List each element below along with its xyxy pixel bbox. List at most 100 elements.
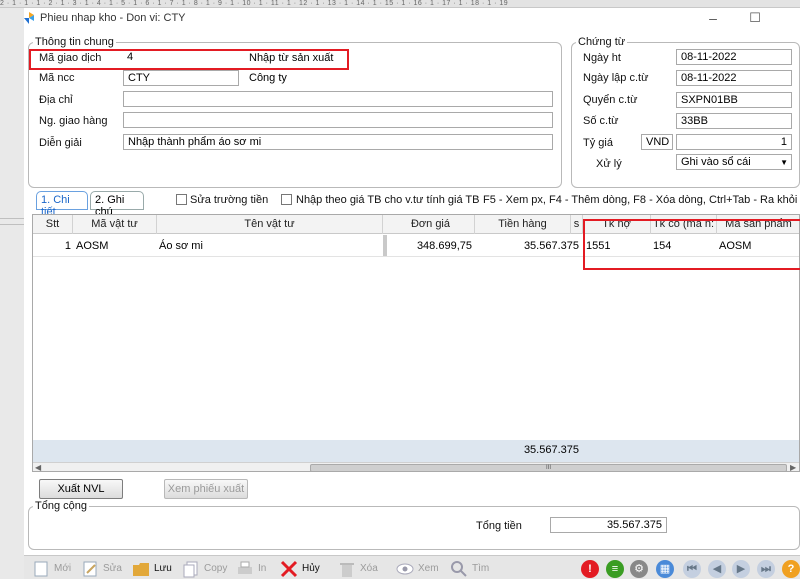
eye-icon [396, 563, 414, 575]
tab-chi-tiet[interactable]: 1. Chi tiết [36, 191, 88, 218]
print-button[interactable]: In [234, 558, 276, 579]
grid-total: 35.567.375 [523, 444, 579, 456]
col-header-ma-vt[interactable]: Mã vật tư [73, 215, 157, 234]
quyen-label: Quyển c.từ [583, 94, 638, 106]
calculator-icon[interactable]: ▦ [656, 560, 674, 578]
highlight-box [29, 49, 349, 70]
info-icon[interactable]: ! [581, 560, 599, 578]
col-header-don-gia[interactable]: Đơn giá [387, 215, 475, 234]
maximize-button[interactable]: ☐ [747, 10, 763, 26]
currency-input[interactable]: VND [641, 134, 673, 150]
edit-button[interactable]: Sửa [79, 558, 127, 579]
copy-icon [183, 561, 198, 578]
ruler-line [0, 218, 24, 219]
new-label: Mới [54, 563, 72, 574]
chevron-down-icon: ▼ [780, 158, 788, 167]
first-record-icon[interactable]: ⏮ [683, 560, 701, 578]
general-info-legend: Thông tin chung [35, 36, 114, 48]
totals-legend: Tổng cộng [35, 500, 87, 512]
cell-ten-vt: Áo sơ mi [159, 240, 203, 252]
dien-giai-input[interactable]: Nhập thành phẩm áo sơ mi [123, 134, 553, 150]
ma-ncc-label: Mã ncc [39, 72, 75, 84]
find-button[interactable]: Tìm [448, 558, 496, 579]
col-header-stt[interactable]: Stt [33, 215, 73, 234]
prev-record-icon[interactable]: ◀ [708, 560, 726, 578]
col-header-ten-vt[interactable]: Tên vật tư [157, 215, 383, 234]
close-icon [280, 560, 298, 578]
ngay-ht-label: Ngày ht [583, 52, 621, 64]
bottom-toolbar: Mới Sửa Lưu Copy In Hủy Xóa Xem Tìm ! ≡ … [24, 555, 800, 579]
nhap-theo-gia-label: Nhập theo giá TB cho v.tư tính giá TB [296, 194, 480, 206]
folder-save-icon [133, 563, 149, 576]
cancel-label: Hủy [302, 563, 320, 574]
sua-tien-checkbox[interactable] [176, 194, 187, 205]
minimize-button[interactable]: – [705, 10, 721, 26]
ma-ncc-input[interactable]: CTY [123, 70, 239, 86]
so-ct-input[interactable]: 33BB [676, 113, 792, 129]
tong-tien-input: 35.567.375 [550, 517, 667, 533]
cancel-button[interactable]: Hủy [278, 558, 326, 579]
copy-label: Copy [204, 563, 228, 574]
quyen-input[interactable]: SXPN01BB [676, 92, 792, 108]
window-title: Phieu nhap kho - Don vi: CTY [40, 12, 186, 24]
totals-group: Tổng cộng [28, 500, 800, 550]
ng-giao-hang-input[interactable] [123, 112, 553, 128]
cell-don-gia: 348.699,75 [416, 240, 472, 252]
cell-tien-hang: 35.567.375 [523, 240, 579, 252]
save-button[interactable]: Lưu [130, 558, 178, 579]
ng-giao-hang-label: Ng. giao hàng [39, 115, 108, 127]
ruler-line [0, 224, 24, 225]
ngay-lap-input[interactable]: 08-11-2022 [676, 70, 792, 86]
xu-ly-label: Xử lý [596, 158, 622, 170]
gear-icon[interactable]: ⚙ [630, 560, 648, 578]
sua-tien-label: Sửa trường tiền [190, 194, 269, 206]
horizontal-scrollbar[interactable]: ◀ III ▶ [33, 462, 799, 471]
help-icon[interactable]: ? [782, 560, 800, 578]
tab-ghi-chu[interactable]: 2. Ghi chú [90, 191, 144, 218]
tong-tien-label: Tổng tiền [476, 520, 522, 532]
save-label: Lưu [154, 563, 172, 574]
delete-button[interactable]: Xóa [336, 558, 384, 579]
find-label: Tìm [472, 563, 490, 574]
col-header-s[interactable]: s [571, 215, 583, 234]
new-button[interactable]: Mới [30, 558, 76, 579]
left-ruler-strip [0, 8, 24, 579]
grid-footer: 35.567.375 [33, 440, 799, 462]
print-label: In [258, 563, 267, 574]
ruler: 2 · 1 · 1 · 1 · 2 · 1 · 3 · 1 · 4 · 1 · … [0, 0, 800, 8]
next-record-icon[interactable]: ▶ [732, 560, 750, 578]
cell-stt: 1 [64, 240, 71, 252]
dia-chi-label: Địa chỉ [39, 94, 73, 106]
new-document-icon [34, 561, 48, 577]
xem-phieu-xuat-button[interactable]: Xem phiếu xuất [164, 479, 248, 499]
dia-chi-input[interactable] [123, 91, 553, 107]
title-bar: Phieu nhap kho - Don vi: CTY – ☐ [24, 8, 800, 28]
ma-ncc-desc: Công ty [249, 72, 287, 84]
delete-label: Xóa [360, 563, 378, 574]
highlight-box [583, 219, 800, 270]
scroll-right-icon[interactable]: ▶ [790, 463, 796, 471]
xuat-nvl-button[interactable]: Xuất NVL [39, 479, 123, 499]
col-header-tien-hang[interactable]: Tiền hàng [475, 215, 571, 234]
voucher-legend: Chứng từ [578, 36, 626, 48]
view-label: Xem [418, 563, 439, 574]
trash-icon [340, 563, 354, 577]
view-button[interactable]: Xem [394, 558, 444, 579]
last-record-icon[interactable]: ⏭ [757, 560, 775, 578]
print-icon [238, 561, 252, 574]
nhap-theo-gia-checkbox[interactable] [281, 194, 292, 205]
copy-button[interactable]: Copy [180, 558, 230, 579]
edit-label: Sửa [103, 563, 122, 574]
so-ct-label: Số c.từ [583, 115, 619, 127]
scroll-thumb[interactable]: III [310, 464, 787, 471]
scroll-left-icon[interactable]: ◀ [35, 463, 41, 471]
search-icon [451, 561, 467, 577]
edit-icon [83, 561, 97, 577]
list-icon[interactable]: ≡ [606, 560, 624, 578]
xu-ly-select[interactable]: Ghi vào sổ cái ▼ [676, 154, 792, 170]
app-icon [24, 12, 34, 24]
ty-gia-label: Tỷ giá [583, 137, 613, 149]
xu-ly-value: Ghi vào sổ cái [681, 156, 751, 168]
rate-input[interactable]: 1 [676, 134, 792, 150]
ngay-ht-input[interactable]: 08-11-2022 [676, 49, 792, 65]
